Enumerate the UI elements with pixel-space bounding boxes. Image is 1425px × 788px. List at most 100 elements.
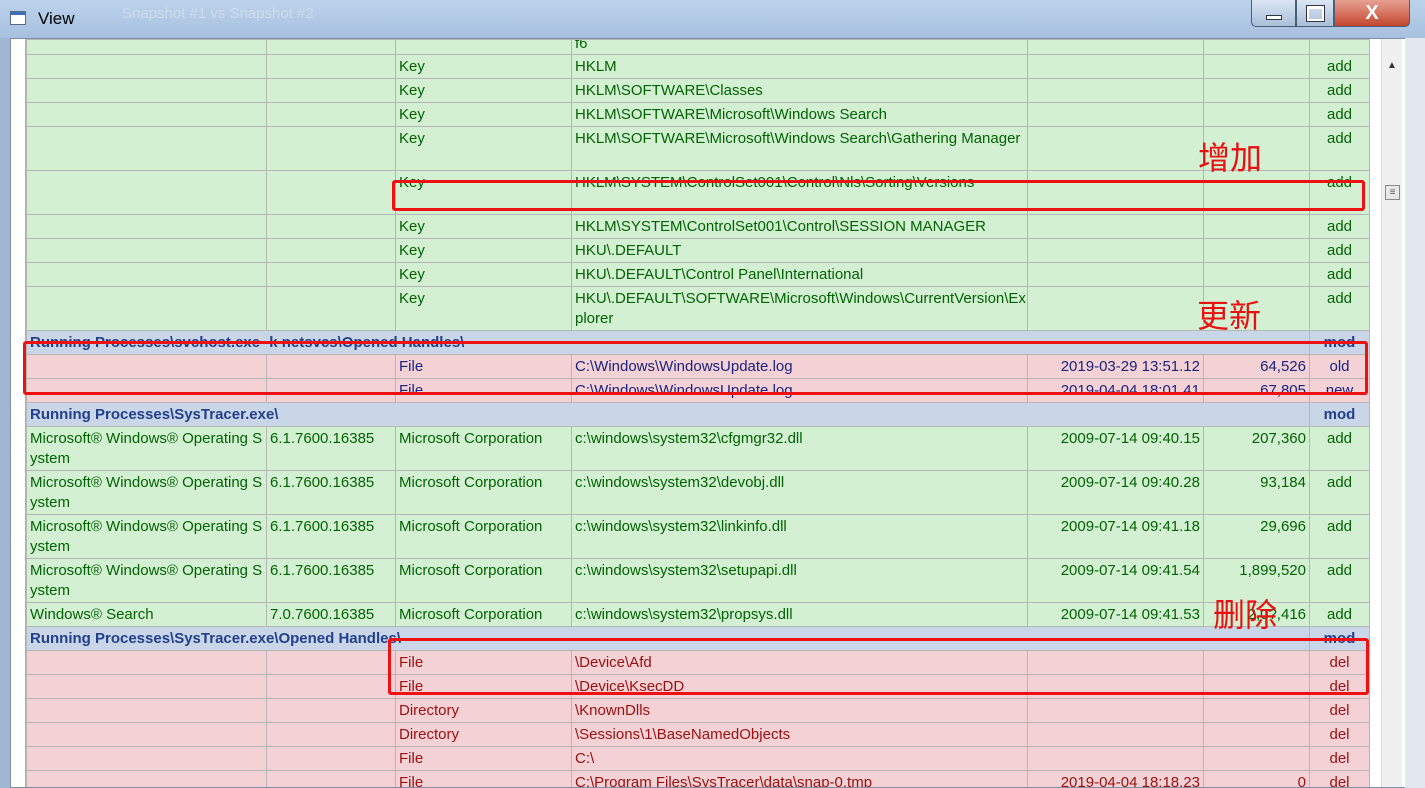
size-cell: 207,360 [1203,426,1310,471]
product-cell [26,39,267,55]
size-cell: 29,696 [1203,514,1310,559]
table-row[interactable]: Key HKU\.DEFAULT\Control Panel\Internatio… [26,262,1370,287]
company-cell: Microsoft Corporation [395,514,572,559]
product-cell [26,674,267,699]
path-cell: HKLM [571,54,1028,79]
background-window-title: Snapshot #1 vs Snapshot #2 [122,5,314,22]
type-cell: Key [395,102,572,127]
product-cell [26,746,267,771]
type-cell: Key [395,54,572,79]
minimize-button[interactable] [1251,0,1296,27]
version-cell [266,674,396,699]
table-row[interactable]: Microsoft® Windows® Operating System 6.1.… [26,514,1370,559]
product-cell [26,698,267,723]
table-row[interactable]: Key HKLM\SOFTWARE\Microsoft\Windows Searc… [26,102,1370,127]
product-cell [26,770,267,787]
maximize-button[interactable] [1296,0,1334,27]
window-title: View [38,9,75,28]
table-row[interactable]: Key HKLM\SOFTWARE\Classes add [26,78,1370,103]
size-cell [1203,102,1310,127]
version-cell [266,286,396,331]
maximize-icon [1305,4,1325,22]
date-cell [1027,102,1204,127]
size-cell [1203,746,1310,771]
table-row[interactable]: Directory \KnownDlls del [26,698,1370,723]
product-cell [26,214,267,239]
path-cell: HKLM\SOFTWARE\Microsoft\Windows Search [571,102,1028,127]
version-cell: 6.1.7600.16385 [266,470,396,515]
table-row[interactable]: File C:\ del [26,746,1370,771]
table-row[interactable]: File C:\Program Files\SysTracer\data\snap… [26,770,1370,787]
path-cell: \Sessions\1\BaseNamedObjects [571,722,1028,747]
table-row[interactable]: Directory \Sessions\1\BaseNamedObjects del [26,722,1370,747]
path-cell: \KnownDlls [571,698,1028,723]
highlight-update-rows [23,341,1368,395]
table-row[interactable]: Windows® Search 7.0.7600.16385 Microsoft C… [26,602,1370,627]
type-cell: File [395,746,572,771]
path-cell: C:\ [571,746,1028,771]
version-cell [266,78,396,103]
table-row[interactable]: Microsoft® Windows® Operating System 6.1.… [26,470,1370,515]
version-cell [266,214,396,239]
product-cell [26,170,267,215]
date-cell: 2009-07-14 09:41.54 [1027,558,1204,603]
table-row[interactable]: f6 [26,39,1370,55]
date-cell: 2019-04-04 18:18.23 [1027,770,1204,787]
product-cell [26,238,267,263]
table-row[interactable]: Key HKLM add [26,54,1370,79]
status-cell: add [1309,602,1370,627]
path-cell: f6 [571,39,1028,55]
version-cell: 6.1.7600.16385 [266,426,396,471]
date-cell: 2009-07-14 09:41.18 [1027,514,1204,559]
size-cell [1203,722,1310,747]
status-cell: add [1309,126,1370,171]
size-cell [1203,698,1310,723]
path-cell: HKU\.DEFAULT [571,238,1028,263]
scroll-thumb[interactable]: ≡ [1385,185,1400,200]
version-cell [266,746,396,771]
close-button[interactable]: X [1334,0,1410,27]
annotation-delete: 删除 [1213,596,1278,634]
table-row[interactable]: Key HKLM\SOFTWARE\Microsoft\Windows Searc… [26,126,1370,171]
table-row[interactable]: Key HKU\.DEFAULT\SOFTWARE\Microsoft\Windo… [26,286,1370,331]
status-cell: add [1309,54,1370,79]
group-header-row[interactable]: Running Processes\SysTracer.exe\ mod [26,402,1370,427]
annotation-add: 增加 [1198,139,1263,177]
date-cell [1027,54,1204,79]
product-cell [26,126,267,171]
minimize-icon [1265,14,1282,20]
vertical-scrollbar[interactable]: ▲ ≡ [1381,39,1402,787]
scroll-up-arrow-icon[interactable]: ▲ [1382,57,1402,75]
size-cell [1203,54,1310,79]
size-cell [1203,39,1310,55]
table-row[interactable]: Microsoft® Windows® Operating System 6.1.… [26,558,1370,603]
path-cell: HKLM\SYSTEM\ControlSet001\Control\SESSIO… [571,214,1028,239]
table-row[interactable]: Key HKU\.DEFAULT add [26,238,1370,263]
size-cell [1203,214,1310,239]
path-cell: C:\Program Files\SysTracer\data\snap-0.t… [571,770,1028,787]
version-cell: 6.1.7600.16385 [266,558,396,603]
status-cell: add [1309,286,1370,331]
date-cell [1027,698,1204,723]
product-cell: Microsoft® Windows® Operating System [26,558,267,603]
table-row[interactable]: Microsoft® Windows® Operating System 6.1.… [26,426,1370,471]
type-cell [395,39,572,55]
date-cell [1027,78,1204,103]
version-cell [266,650,396,675]
table-row[interactable]: Key HKLM\SYSTEM\ControlSet001\Control\SES… [26,214,1370,239]
path-cell: HKU\.DEFAULT\SOFTWARE\Microsoft\Windows\… [571,286,1028,331]
status-cell: add [1309,470,1370,515]
path-cell: HKU\.DEFAULT\Control Panel\International [571,262,1028,287]
path-cell: c:\windows\system32\linkinfo.dll [571,514,1028,559]
version-cell [266,698,396,723]
version-cell [266,770,396,787]
date-cell [1027,722,1204,747]
version-cell [266,39,396,55]
path-cell: HKLM\SOFTWARE\Classes [571,78,1028,103]
version-cell [266,54,396,79]
size-cell: 0 [1203,770,1310,787]
product-cell [26,78,267,103]
type-cell: Key [395,238,572,263]
status-cell: add [1309,238,1370,263]
title-bar[interactable]: View Snapshot #1 vs Snapshot #2 X [0,0,1425,38]
